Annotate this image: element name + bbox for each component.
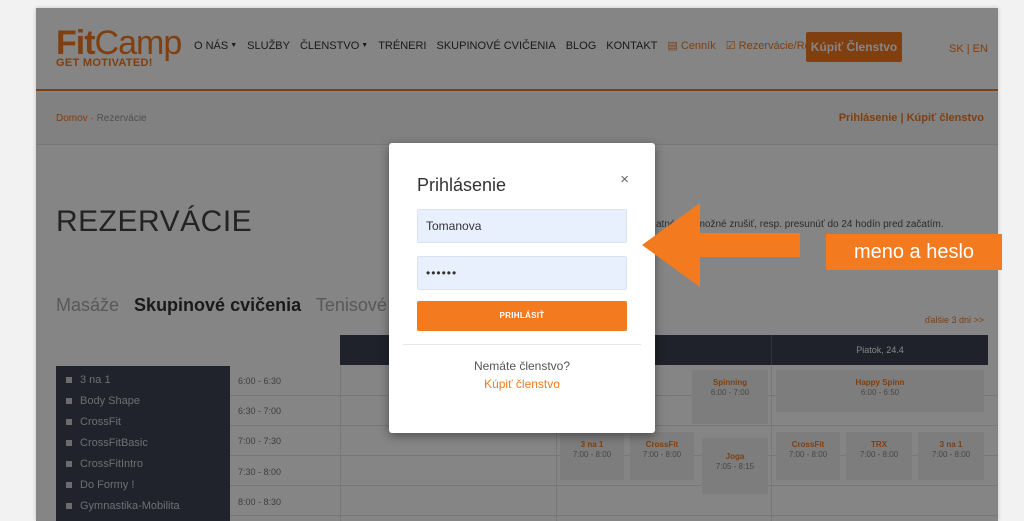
screenshot: FitCamp GET MOTIVATED! O NÁS ▼ SLUŽBY ČLE…: [0, 0, 1024, 521]
no-membership-text: Nemáte členstvo?: [473, 359, 571, 373]
modal-title: Prihlásenie: [417, 175, 507, 195]
arrow-left-icon: [642, 203, 800, 287]
close-icon[interactable]: ×: [620, 171, 629, 188]
username-input[interactable]: Tomanova: [417, 209, 627, 243]
password-input[interactable]: ••••••: [417, 256, 627, 290]
login-button[interactable]: PRIHLÁSIŤ: [417, 301, 627, 331]
annotation-arrow-shape: [642, 203, 800, 287]
divider: [403, 344, 641, 345]
buy-membership-modal-link[interactable]: Kúpiť členstvo: [389, 377, 655, 391]
annotation-label: meno a heslo: [826, 234, 1002, 270]
login-modal: Prihlásenie × Tomanova •••••• PRIHLÁSIŤ …: [389, 143, 655, 433]
